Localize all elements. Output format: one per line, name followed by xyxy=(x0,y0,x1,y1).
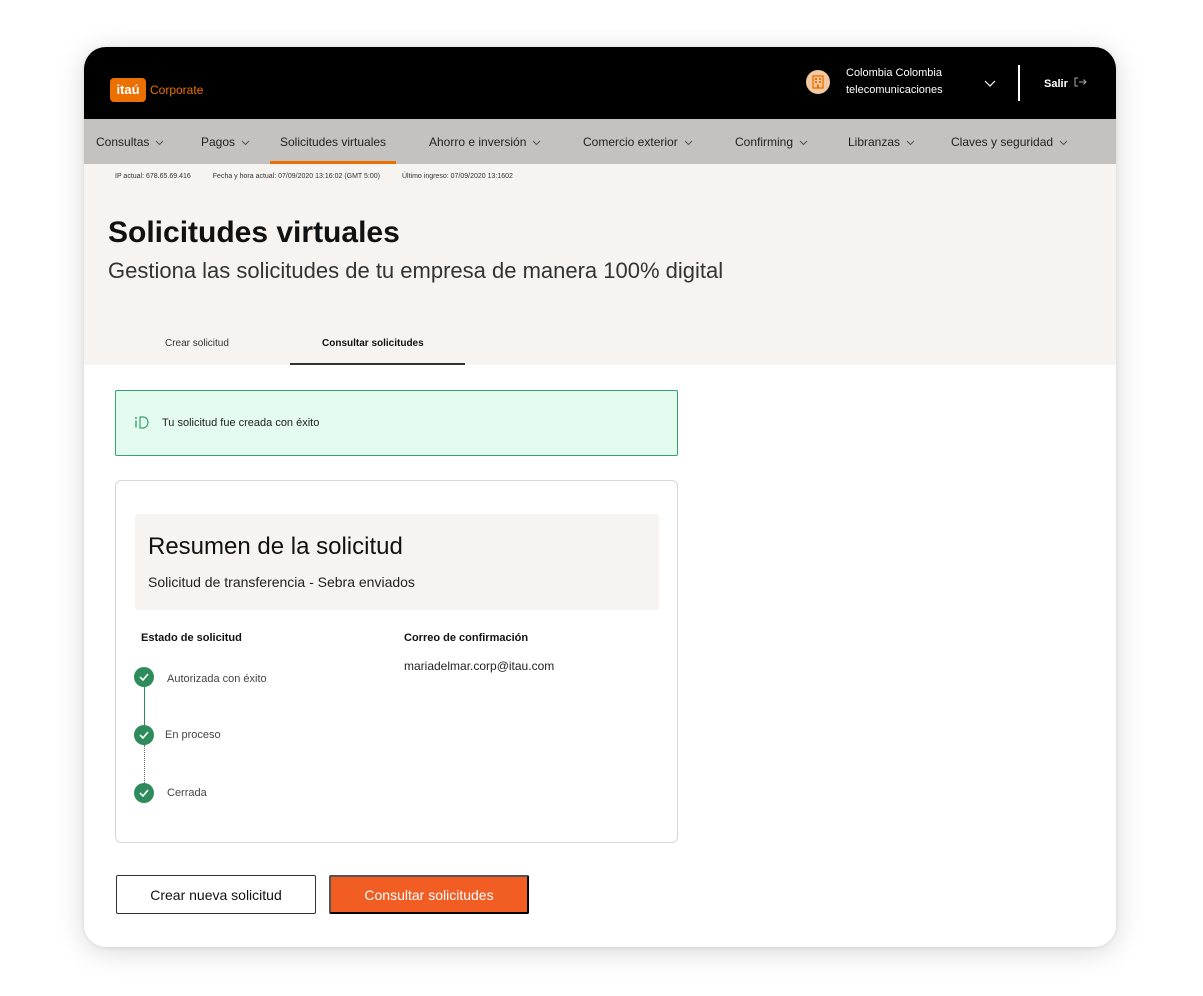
status-step-label: Autorizada con éxito xyxy=(167,673,267,685)
summary-header: Resumen de la solicitud Solicitud de tra… xyxy=(135,514,659,610)
progress-line-dotted xyxy=(144,745,145,787)
request-summary-card: Resumen de la solicitud Solicitud de tra… xyxy=(115,480,678,843)
nav-item-claves-seguridad[interactable]: Claves y seguridad xyxy=(951,119,1068,164)
info-icon xyxy=(134,415,150,431)
status-step-label: Cerrada xyxy=(167,787,207,799)
summary-subtitle: Solicitud de transferencia - Sebra envia… xyxy=(148,574,415,590)
tab-consultar-solicitudes[interactable]: Consultar solicitudes xyxy=(322,338,424,349)
active-tab-indicator xyxy=(290,363,465,365)
company-name: Colombia Colombia telecomunicaciones xyxy=(846,65,943,99)
check-icon xyxy=(134,667,154,687)
status-step-label: En proceso xyxy=(165,729,221,741)
nav-item-solicitudes-virtuales[interactable]: Solicitudes virtuales xyxy=(269,119,397,164)
nav-item-consultas[interactable]: Consultas xyxy=(96,119,164,164)
tab-crear-solicitud[interactable]: Crear solicitud xyxy=(165,338,229,349)
chevron-down-icon xyxy=(684,135,693,149)
page-header: IP actual: 678.65.69.416 Fecha y hora ac… xyxy=(84,164,1116,365)
nav-item-pagos[interactable]: Pagos xyxy=(201,119,250,164)
status-step: Autorizada con éxito xyxy=(134,667,267,687)
nav-item-label: Consultas xyxy=(96,134,150,149)
nav-item-label: Pagos xyxy=(201,134,236,149)
nav-item-label: Solicitudes virtuales xyxy=(280,134,387,149)
chevron-down-icon xyxy=(1059,135,1068,149)
confirmation-email: mariadelmar.corp@itau.com xyxy=(404,659,555,673)
nav-item-label: Ahorro e inversión xyxy=(429,134,527,149)
nav-item-comercio-exterior[interactable]: Comercio exterior xyxy=(583,119,693,164)
company-selector[interactable]: Colombia Colombia telecomunicaciones xyxy=(806,65,943,99)
page-title: Solicitudes virtuales xyxy=(108,216,400,249)
app-window: itaú Corporate Colombia Colombia telecom… xyxy=(84,47,1116,947)
main-nav: Consultas Pagos Solicitudes virtuales Ah… xyxy=(84,119,1116,164)
logout-icon xyxy=(1074,77,1088,90)
logout-button[interactable]: Salir xyxy=(1044,77,1088,90)
status-step: En proceso xyxy=(134,725,221,745)
last-login: Último ingreso: 07/09/2020 13:1602 xyxy=(401,173,513,180)
logout-label: Salir xyxy=(1044,77,1068,90)
nav-item-label: Comercio exterior xyxy=(583,134,678,149)
ip-address: IP actual: 678.65.69.416 xyxy=(115,173,191,180)
chevron-down-icon xyxy=(155,135,164,149)
chevron-down-icon[interactable] xyxy=(984,75,996,93)
status-heading: Estado de solicitud xyxy=(141,632,242,644)
building-icon xyxy=(806,70,830,94)
current-datetime: Fecha y hora actual: 07/09/2020 13:16:02… xyxy=(212,173,380,180)
chevron-down-icon xyxy=(532,135,541,149)
logo-suffix: Corporate xyxy=(150,83,204,97)
nav-item-libranzas[interactable]: Libranzas xyxy=(848,119,915,164)
check-icon xyxy=(134,725,154,745)
header-divider xyxy=(1018,65,1020,101)
consult-requests-button[interactable]: Consultar solicitudes xyxy=(329,875,529,914)
logo-mark: itaú xyxy=(110,78,146,102)
chevron-down-icon xyxy=(241,135,250,149)
check-icon xyxy=(134,783,154,803)
nav-item-ahorro-inversion[interactable]: Ahorro e inversión xyxy=(429,119,541,164)
status-step: Cerrada xyxy=(134,783,207,803)
session-info: IP actual: 678.65.69.416 Fecha y hora ac… xyxy=(115,173,535,180)
nav-item-label: Confirming xyxy=(735,134,794,149)
progress-line xyxy=(144,687,145,729)
email-heading: Correo de confirmación xyxy=(404,632,529,644)
nav-item-label: Libranzas xyxy=(848,134,901,149)
top-header: itaú Corporate Colombia Colombia telecom… xyxy=(84,47,1116,119)
company-name-line2: telecomunicaciones xyxy=(846,84,943,96)
page-subtitle: Gestiona las solicitudes de tu empresa d… xyxy=(108,258,724,283)
create-new-request-button[interactable]: Crear nueva solicitud xyxy=(116,875,316,914)
itau-logo[interactable]: itaú Corporate xyxy=(110,78,203,102)
success-alert: Tu solicitud fue creada con éxito xyxy=(115,390,678,456)
company-name-line1: Colombia Colombia xyxy=(846,67,942,79)
nav-item-label: Claves y seguridad xyxy=(951,134,1054,149)
chevron-down-icon xyxy=(906,135,915,149)
nav-item-confirming[interactable]: Confirming xyxy=(735,119,808,164)
chevron-down-icon xyxy=(799,135,808,149)
alert-message: Tu solicitud fue creada con éxito xyxy=(162,417,320,429)
summary-title: Resumen de la solicitud xyxy=(148,533,403,560)
